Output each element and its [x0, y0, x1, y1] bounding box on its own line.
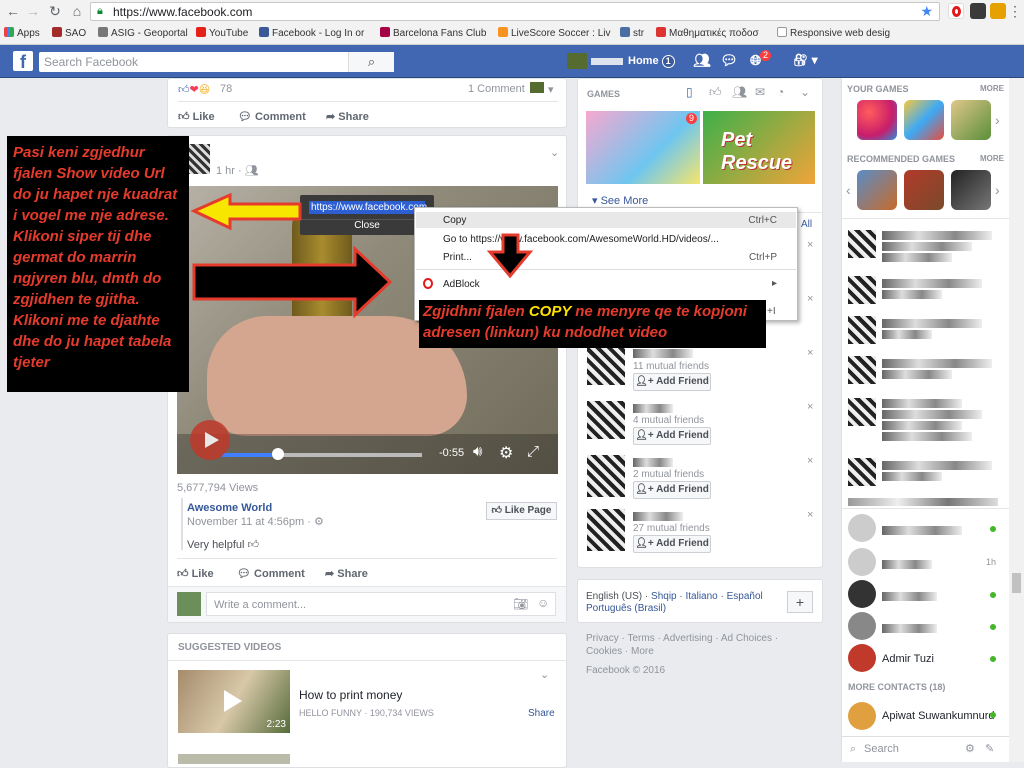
annotation-arrows [190, 192, 534, 319]
black-arrow-down-icon [486, 233, 534, 279]
black-arrow-right-icon [192, 245, 393, 319]
yellow-arrow-icon [190, 192, 302, 231]
